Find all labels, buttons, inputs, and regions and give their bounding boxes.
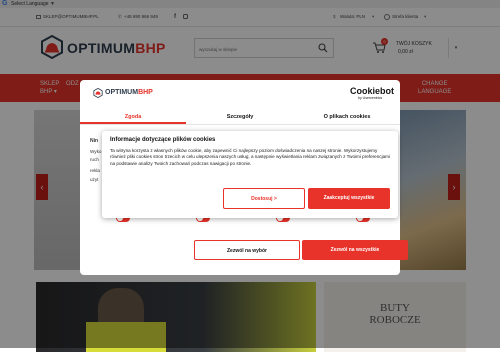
customize-button[interactable]: Dostosuj > (223, 188, 305, 209)
cookiebot-brand-sub: by Usercentrics (358, 96, 383, 100)
cookie-text-partial: użyt (90, 177, 99, 182)
cookie-heading-partial: Nin (90, 138, 99, 144)
cookiebot-brand[interactable]: Cookiebot (350, 86, 394, 96)
cookiebot-site-logo: OPTIMUMBHP (105, 89, 153, 97)
allow-all-button[interactable]: Zezwól na wszystkie (302, 240, 408, 260)
accept-all-button[interactable]: Zaakceptuj wszystkie (308, 188, 390, 209)
tab-about-cookies[interactable]: O plikach cookies (294, 110, 400, 124)
cookie-info-dialog: Informacje dotyczące plików cookies Ta w… (102, 131, 398, 218)
tab-details[interactable]: Szczegóły (187, 110, 293, 124)
cookie-text-partial: ruch (90, 157, 99, 162)
dialog-title: Informacje dotyczące plików cookies (110, 137, 216, 143)
logo-icon (93, 88, 103, 98)
dialog-body: Ta witryna korzysta z własnych plików co… (110, 148, 391, 166)
allow-selection-button[interactable]: Zezwól na wybór (194, 240, 300, 260)
logo-text-part1: OPTIMUM (105, 89, 139, 96)
cookie-tabs: Zgoda Szczegóły O plikach cookies (80, 110, 400, 125)
logo-text-part2: BHP (138, 89, 153, 96)
cookie-text-partial: Wyko (90, 149, 102, 154)
cookie-text-partial: rekla (90, 168, 100, 173)
active-tab-indicator (80, 122, 186, 124)
